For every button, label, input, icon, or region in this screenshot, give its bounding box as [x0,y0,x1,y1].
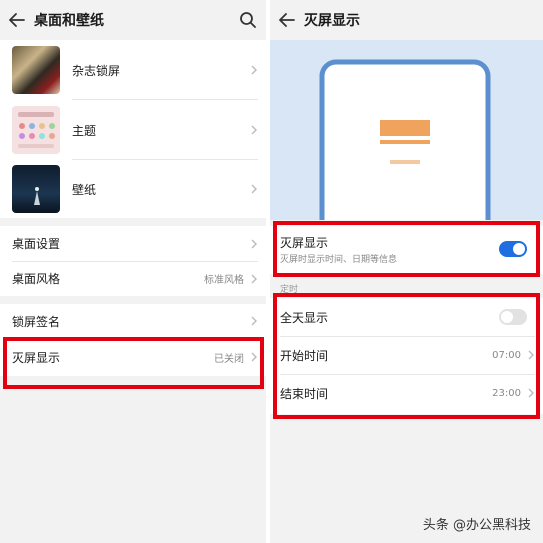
list-item-value: 07:00 [492,349,521,361]
page-title: 灭屏显示 [304,13,360,29]
section-header-timing: 定时 [280,285,299,295]
list-item-end-time[interactable]: 结束时间 23:00 [270,374,543,412]
list-item-label: 主题 [72,123,97,138]
list-item-value: 已关闭 [214,353,244,365]
list-item-label: 杂志锁屏 [72,63,121,78]
magazine-thumbnail [12,46,60,94]
chevron-right-icon [251,274,257,283]
aod-preview [270,40,543,241]
aod-subtitle: 灭屏时显示时间、日期等信息 [280,255,398,265]
chevron-right-icon [251,65,257,75]
list-item-all-day[interactable]: 全天显示 [270,298,543,336]
list-item-label: 结束时间 [280,386,329,401]
list-item-always-on-display[interactable]: 灭屏显示 已关闭 [0,338,266,376]
aod-toggle-card: 灭屏显示 灭屏时显示时间、日期等信息 [270,226,543,274]
search-icon[interactable] [238,10,258,30]
always-on-display-screen: 灭屏显示 灭屏显示 灭屏时显示时间、日期等信息 定时 全天显示 开始时间 07:… [270,0,543,543]
list-item-label: 桌面风格 [12,272,61,286]
list-item-value: 23:00 [492,387,521,399]
top-bar: 桌面和壁纸 [0,0,266,40]
watermark: 头条 @办公黑科技 [422,518,531,533]
aod-toggle[interactable] [499,241,527,257]
all-day-toggle[interactable] [499,309,527,325]
list-item-label: 全天显示 [280,310,329,325]
back-arrow-icon[interactable] [270,0,304,40]
back-arrow-icon[interactable] [0,0,34,40]
list-item-lockscreen-signature[interactable]: 锁屏签名 [0,304,266,338]
list-item-label: 锁屏签名 [12,314,61,329]
page-title: 桌面和壁纸 [34,13,104,29]
list-item-magazine-lockscreen[interactable]: 杂志锁屏 [0,40,266,100]
aod-label: 灭屏显示 [280,236,329,250]
chevron-right-icon [528,388,534,398]
lockscreen-card: 锁屏签名 灭屏显示 已关闭 [0,304,266,376]
list-item-wallpaper[interactable]: 壁纸 [0,160,266,218]
chevron-right-icon [251,239,257,248]
list-item-value: 标准风格 [204,275,244,286]
timing-card: 全天显示 开始时间 07:00 结束时间 23:00 [270,298,543,414]
list-item-label: 开始时间 [280,348,329,363]
chevron-right-icon [528,350,534,360]
list-item-desktop-settings[interactable]: 桌面设置 [0,226,266,261]
chevron-right-icon [251,125,257,135]
wallpaper-thumbnail [12,165,60,213]
chevron-right-icon [251,316,257,326]
chevron-right-icon [251,184,257,194]
desktop-wallpaper-screen: 桌面和壁纸 杂志锁屏 主题 壁纸 桌面设置 桌面风格 标准风格 锁屏签名 灭屏显… [0,0,266,543]
theme-thumbnail [12,106,60,154]
desktop-settings-card: 桌面设置 桌面风格 标准风格 [0,226,266,296]
list-item-label: 壁纸 [72,182,97,197]
phone-illustration [319,59,491,241]
top-bar: 灭屏显示 [270,0,543,40]
list-item-label: 灭屏显示 [12,350,61,365]
list-item-theme[interactable]: 主题 [0,100,266,160]
gallery-card: 杂志锁屏 主题 壁纸 [0,40,266,218]
list-item-start-time[interactable]: 开始时间 07:00 [270,336,543,374]
chevron-right-icon [251,352,257,362]
list-item-desktop-style[interactable]: 桌面风格 标准风格 [0,261,266,296]
list-item-label: 桌面设置 [12,237,61,251]
